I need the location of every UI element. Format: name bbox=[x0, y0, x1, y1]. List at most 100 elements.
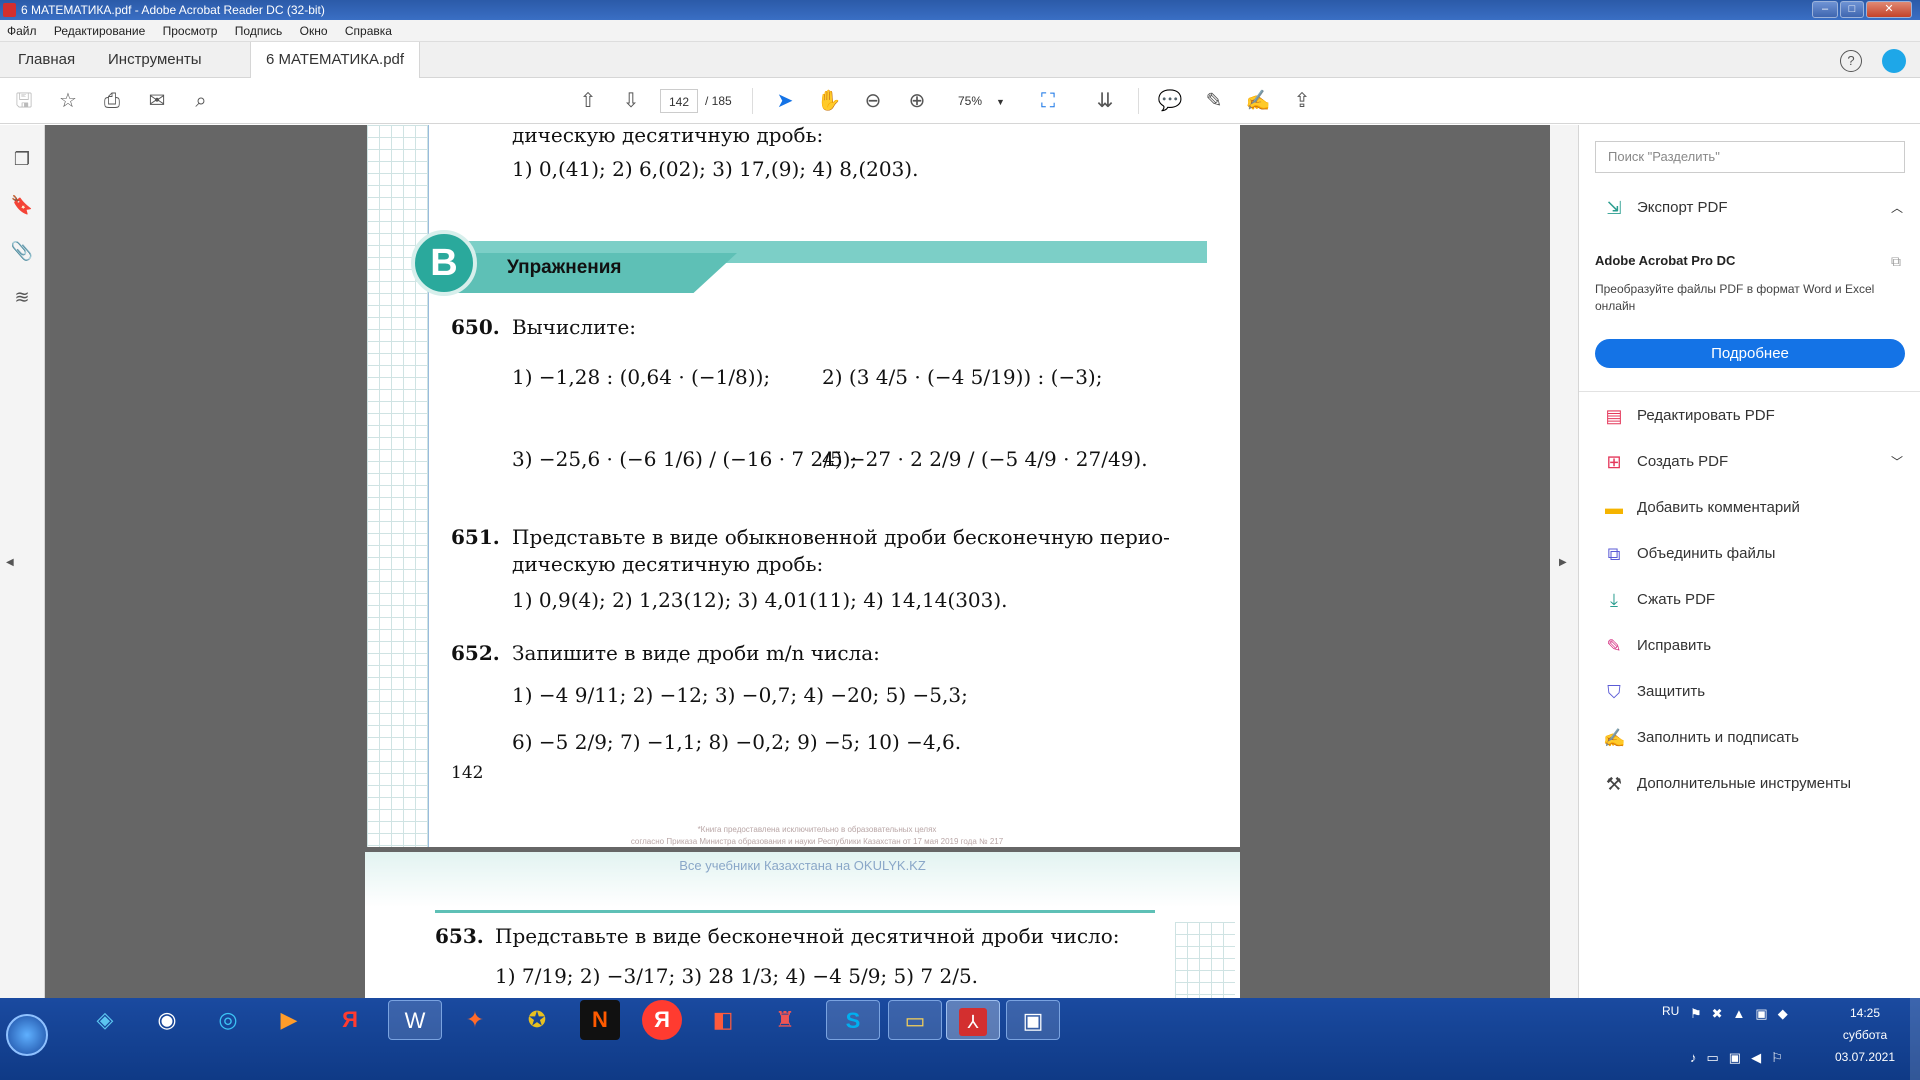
search-zoom-icon[interactable]: ⌕ bbox=[187, 87, 215, 115]
tool-add-comment[interactable]: ▬ Добавить комментарий bbox=[1603, 493, 1800, 523]
tool-fix[interactable]: ✎ Исправить bbox=[1603, 631, 1711, 661]
math-expression: 2) (3 4/5 · (−4 5/19)) : (−3); bbox=[822, 365, 1103, 389]
learn-more-button[interactable]: Подробнее bbox=[1595, 339, 1905, 368]
fit-page-icon[interactable]: ⛶ bbox=[1034, 87, 1062, 115]
app-icon[interactable]: ♜ bbox=[765, 1000, 805, 1040]
tab-home[interactable]: Главная bbox=[18, 42, 75, 78]
bookmark-star-icon[interactable]: ☆ bbox=[54, 87, 82, 115]
tool-create-pdf[interactable]: ⊞ Создать PDF ﹀ bbox=[1603, 447, 1903, 477]
tray-icons[interactable]: ♪▭▣◀⚐ bbox=[1690, 1050, 1793, 1066]
save-icon[interactable]: 🖫 bbox=[10, 87, 38, 115]
folder-icon[interactable]: ▭ bbox=[888, 1000, 942, 1040]
bookmark-icon[interactable]: 🔖 bbox=[10, 195, 34, 219]
menu-edit[interactable]: Редактирование bbox=[54, 24, 145, 38]
export-pdf-header[interactable]: ⇲ Экспорт PDF ︿ bbox=[1603, 193, 1903, 223]
page-down-icon[interactable]: ⇩ bbox=[617, 87, 645, 115]
attachment-icon[interactable]: 📎 bbox=[10, 241, 34, 265]
app-icon[interactable]: ▣ bbox=[1006, 1000, 1060, 1040]
tab-tools[interactable]: Инструменты bbox=[108, 42, 202, 78]
clock-time[interactable]: 14:25 bbox=[1820, 1006, 1910, 1020]
divider-line bbox=[435, 910, 1155, 913]
app-icon[interactable]: ✪ bbox=[517, 1000, 557, 1040]
document-viewport[interactable]: дическую десятичную дробь: 1) 0,(41); 2)… bbox=[45, 125, 1550, 998]
browser-icon[interactable]: ◎ bbox=[208, 1000, 248, 1040]
taskbar: ◈ ◉ ◎ ▶ Я W ✦ ✪ N Я ◧ ♜ S ▭ ⅄ ▣ RU ⚑✖▲▣◆… bbox=[0, 998, 1920, 1080]
tool-fill-sign[interactable]: ✍ Заполнить и подписать bbox=[1603, 723, 1799, 753]
page-up-icon[interactable]: ⇧ bbox=[574, 87, 602, 115]
tool-compress-pdf[interactable]: ⤓ Сжать PDF bbox=[1603, 585, 1715, 615]
skype-icon[interactable]: S bbox=[826, 1000, 880, 1040]
print-icon[interactable]: ⎙ bbox=[98, 87, 126, 115]
tool-protect[interactable]: ⛉ Защитить bbox=[1603, 677, 1705, 707]
highlight-pen-icon[interactable]: ✎ bbox=[1200, 87, 1228, 115]
yandex-icon[interactable]: Я bbox=[330, 1000, 370, 1040]
zoom-out-icon[interactable]: ⊖ bbox=[859, 87, 887, 115]
pages-thumbnail-icon[interactable]: ❐ bbox=[10, 149, 34, 173]
tool-label: Защитить bbox=[1637, 683, 1706, 700]
show-desktop-button[interactable] bbox=[1910, 998, 1920, 1080]
maximize-button[interactable]: □ bbox=[1840, 1, 1864, 18]
expand-left-icon[interactable]: ◀ bbox=[6, 557, 14, 568]
section-title: Упражнения bbox=[507, 257, 622, 278]
tool-edit-pdf[interactable]: ▤ Редактировать PDF bbox=[1603, 401, 1774, 431]
more-tools-icon: ⚒ bbox=[1605, 774, 1623, 795]
yandex-browser-icon[interactable]: Я bbox=[642, 1000, 682, 1040]
zoom-in-icon[interactable]: ⊕ bbox=[903, 87, 931, 115]
right-panel-toggle[interactable]: ▶ bbox=[1550, 125, 1578, 998]
app-icon[interactable]: ◧ bbox=[703, 1000, 743, 1040]
comment-icon[interactable]: 💬 bbox=[1156, 87, 1184, 115]
layers-icon[interactable]: ≋ bbox=[10, 287, 34, 311]
exercise-text: Запишите в виде дроби m/n числа: bbox=[512, 641, 880, 665]
copy-icon[interactable]: ⧉ bbox=[1891, 253, 1901, 270]
collapse-right-icon[interactable]: ▶ bbox=[1559, 557, 1567, 568]
clock-date: 03.07.2021 bbox=[1834, 1050, 1896, 1064]
footer-site-link[interactable]: Все учебники Казахстана на OKULYK.KZ bbox=[365, 858, 1240, 873]
tab-document[interactable]: 6 МАТЕМАТИКА.pdf × bbox=[250, 42, 420, 104]
app-icon[interactable]: ◈ bbox=[85, 1000, 125, 1040]
exercise-number: 650. bbox=[451, 315, 500, 339]
menu-help[interactable]: Справка bbox=[345, 24, 392, 38]
menu-sign[interactable]: Подпись bbox=[235, 24, 283, 38]
comment-icon: ▬ bbox=[1605, 498, 1623, 519]
hand-tool-icon[interactable]: ✋ bbox=[815, 87, 843, 115]
tool-combine-files[interactable]: ⧉ Объединить файлы bbox=[1603, 539, 1776, 569]
select-cursor-icon[interactable]: ➤ bbox=[771, 87, 799, 115]
word-icon[interactable]: W bbox=[388, 1000, 442, 1040]
exercise-number: 653. bbox=[435, 924, 484, 948]
start-button[interactable] bbox=[6, 1014, 48, 1056]
scroll-mode-icon[interactable]: ⇊ bbox=[1091, 87, 1119, 115]
exercise-items: 1) 7/19; 2) −3/17; 3) 28 1/3; 4) −4 5/9;… bbox=[495, 964, 979, 988]
title-bar: 6 МАТЕМАТИКА.pdf - Adobe Acrobat Reader … bbox=[0, 0, 1920, 20]
app-icon[interactable]: N bbox=[580, 1000, 620, 1040]
tools-search-input[interactable]: Поиск "Разделить" bbox=[1595, 141, 1905, 173]
app-icon[interactable]: ✦ bbox=[455, 1000, 495, 1040]
exercise-items: 6) −5 2/9; 7) −1,1; 8) −0,2; 9) −5; 10) … bbox=[512, 730, 962, 754]
tool-label: Исправить bbox=[1637, 637, 1712, 654]
exercise-items: 1) −4 9/11; 2) −12; 3) −0,7; 4) −20; 5) … bbox=[512, 683, 968, 707]
tray-icons[interactable]: ⚑✖▲▣◆ bbox=[1690, 1006, 1798, 1022]
menu-window[interactable]: Окно bbox=[300, 24, 328, 38]
acrobat-taskbar-icon[interactable]: ⅄ bbox=[946, 1000, 1000, 1040]
chrome-icon[interactable]: ◉ bbox=[147, 1000, 187, 1040]
promo-title: Adobe Acrobat Pro DC bbox=[1595, 253, 1736, 268]
tool-more-tools[interactable]: ⚒ Дополнительные инструменты bbox=[1603, 769, 1851, 799]
pen-icon: ✎ bbox=[1606, 636, 1622, 657]
language-indicator[interactable]: RU bbox=[1662, 1004, 1679, 1018]
exercise-text: Представьте в виде обыкновенной дроби бе… bbox=[512, 525, 1170, 549]
math-expression: 3) −25,6 · (−6 1/6) / (−16 · 7 2/5); bbox=[512, 447, 858, 471]
media-player-icon[interactable]: ▶ bbox=[269, 1000, 309, 1040]
menu-view[interactable]: Просмотр bbox=[163, 24, 218, 38]
shield-icon: ⛉ bbox=[1607, 682, 1621, 703]
page-number-input[interactable]: 142 bbox=[660, 89, 698, 113]
close-button[interactable]: ✕ bbox=[1866, 1, 1912, 18]
share-icon[interactable]: ⇪ bbox=[1288, 87, 1316, 115]
minimize-button[interactable]: – bbox=[1812, 1, 1838, 18]
email-icon[interactable]: ✉ bbox=[143, 87, 171, 115]
help-icon[interactable]: ? bbox=[1840, 50, 1862, 72]
zoom-select[interactable]: 75% ▼ bbox=[948, 89, 1014, 113]
sign-icon[interactable]: ✍ bbox=[1244, 87, 1272, 115]
menu-file[interactable]: Файл bbox=[7, 24, 37, 38]
avatar[interactable] bbox=[1882, 49, 1906, 73]
chevron-down-icon[interactable]: ﹀ bbox=[1891, 447, 1903, 477]
chevron-up-icon[interactable]: ︿ bbox=[1891, 193, 1903, 223]
